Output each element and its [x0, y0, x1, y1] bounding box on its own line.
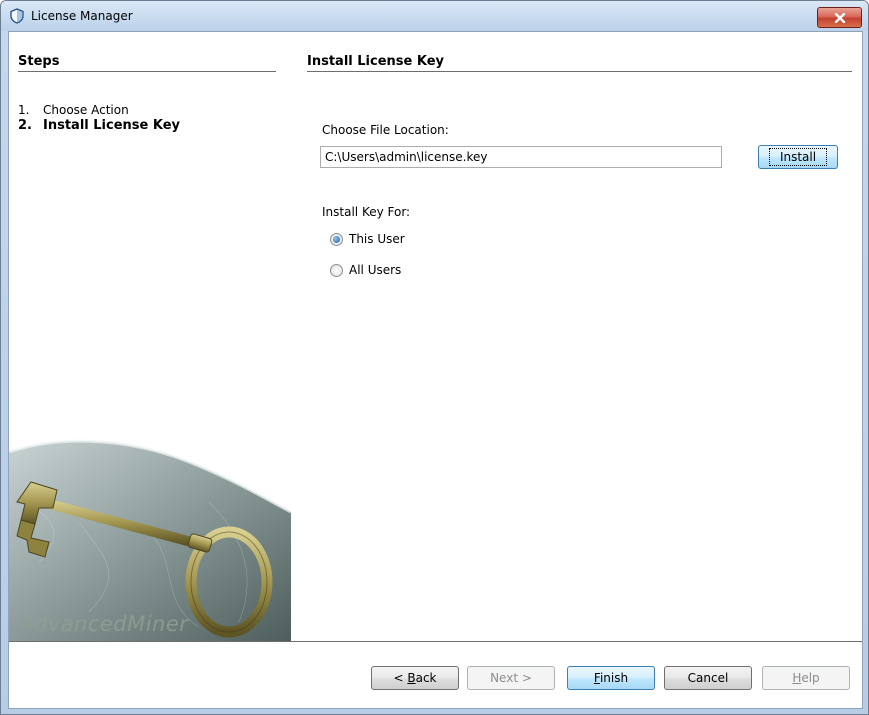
panel-heading: Install License Key	[307, 54, 852, 72]
brand-logo-text: AdvancedMiner	[19, 612, 189, 636]
wizard-footer: < Back Next > Finish Cancel Help	[9, 642, 862, 708]
steps-list: 1. Choose Action 2. Install License Key	[18, 102, 180, 134]
radio-unselected-icon[interactable]	[330, 263, 343, 277]
dialog-content: Steps 1. Choose Action 2. Install Licens…	[8, 31, 863, 709]
back-button-label: < Back	[393, 671, 437, 685]
cancel-button[interactable]: Cancel	[664, 666, 752, 690]
license-manager-window: License Manager Steps 1. Choose Action 2…	[0, 0, 869, 715]
step-label: Install License Key	[43, 118, 180, 133]
next-button[interactable]: Next >	[467, 666, 555, 690]
steps-panel: Steps 1. Choose Action 2. Install Licens…	[9, 32, 291, 641]
key-illustration	[9, 439, 291, 641]
install-license-panel: Install License Key Choose File Location…	[291, 32, 862, 641]
steps-heading: Steps	[18, 54, 276, 72]
step-number: 2.	[18, 118, 32, 133]
cancel-button-label: Cancel	[687, 671, 729, 685]
radio-this-user[interactable]: This User	[330, 230, 405, 248]
install-button-label: Install	[768, 148, 828, 166]
help-button-label: Help	[792, 671, 820, 685]
step-number: 1.	[18, 103, 30, 117]
step-label: Choose Action	[43, 103, 129, 117]
back-button[interactable]: < Back	[371, 666, 459, 690]
radio-selected-icon[interactable]	[330, 232, 343, 246]
close-icon	[834, 12, 845, 23]
radio-label: This User	[349, 232, 405, 246]
install-button[interactable]: Install	[758, 145, 838, 169]
app-shield-icon	[10, 8, 24, 24]
close-button[interactable]	[817, 7, 862, 28]
step-item-choose-action: 1. Choose Action	[18, 102, 180, 118]
next-button-label: Next >	[490, 671, 532, 685]
help-button[interactable]: Help	[762, 666, 850, 690]
file-location-label: Choose File Location:	[322, 123, 449, 137]
file-location-input[interactable]	[320, 146, 722, 168]
title-bar[interactable]: License Manager	[1, 1, 868, 31]
window-title: License Manager	[31, 9, 133, 23]
radio-label: All Users	[349, 263, 402, 277]
step-item-install-license-key: 2. Install License Key	[18, 118, 180, 134]
finish-button[interactable]: Finish	[567, 666, 655, 690]
install-key-for-label: Install Key For:	[322, 205, 411, 219]
radio-all-users[interactable]: All Users	[330, 261, 401, 279]
finish-button-label: Finish	[593, 671, 629, 685]
